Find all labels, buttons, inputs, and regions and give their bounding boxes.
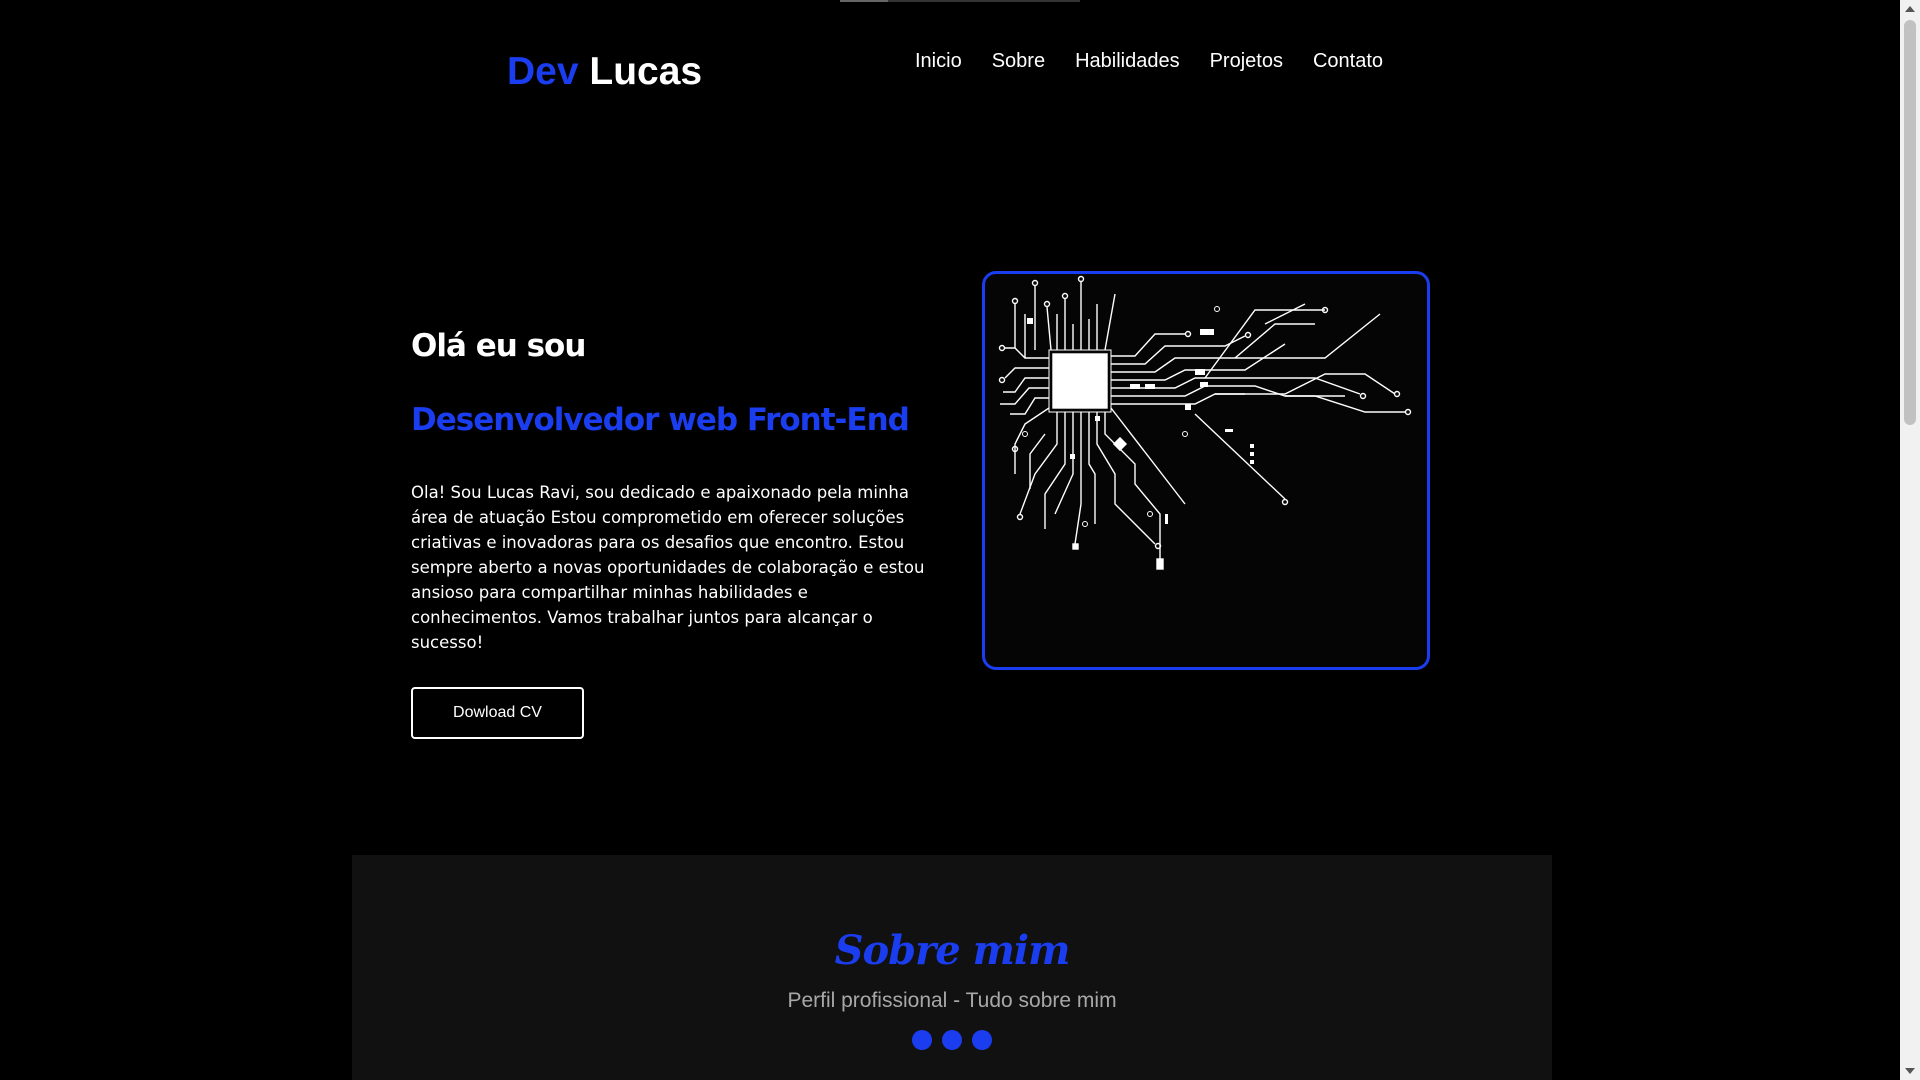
about-title: Sobre mim [834,927,1071,974]
hero-description: Ola! Sou Lucas Ravi, sou dedicado e apai… [411,483,925,652]
download-cv-button[interactable]: Dowload CV [411,687,584,739]
main-nav: Inicio Sobre Habilidades Projetos Contat… [915,50,1383,73]
dot [912,1030,932,1050]
nav-link-contato[interactable]: Contato [1313,50,1383,73]
nav-link-projetos[interactable]: Projetos [1210,50,1283,73]
about-dots [352,1030,1552,1050]
about-section: Sobre mim Perfil profissional - Tudo sob… [352,855,1552,1080]
dot [942,1030,962,1050]
scroll-up-arrow-icon[interactable] [1905,6,1915,12]
hero-greeting: Olá eu sou [411,328,586,364]
circuit-board-icon [998,275,1412,570]
hero-image-frame [982,271,1430,670]
hero-section: Olá eu sou Desenvolvedor web Front-End O… [411,328,931,739]
logo-accent: Dev [507,50,579,93]
scroll-down-arrow-icon[interactable] [1905,1068,1915,1074]
nav-link-sobre[interactable]: Sobre [992,50,1045,73]
about-subtitle: Perfil profissional - Tudo sobre mim [787,989,1117,1012]
scrollbar-thumb[interactable] [1904,20,1916,425]
dot [972,1030,992,1050]
nav-link-inicio[interactable]: Inicio [915,50,962,73]
site-header: Dev Lucas Inicio Sobre Habilidades Proje… [0,0,1900,150]
page-scrollbar[interactable] [1900,0,1920,1080]
logo-main: Lucas [589,50,703,93]
hero-role: Desenvolvedor web Front-End [411,402,910,438]
logo[interactable]: Dev Lucas [507,50,702,94]
nav-link-habilidades[interactable]: Habilidades [1075,50,1180,73]
